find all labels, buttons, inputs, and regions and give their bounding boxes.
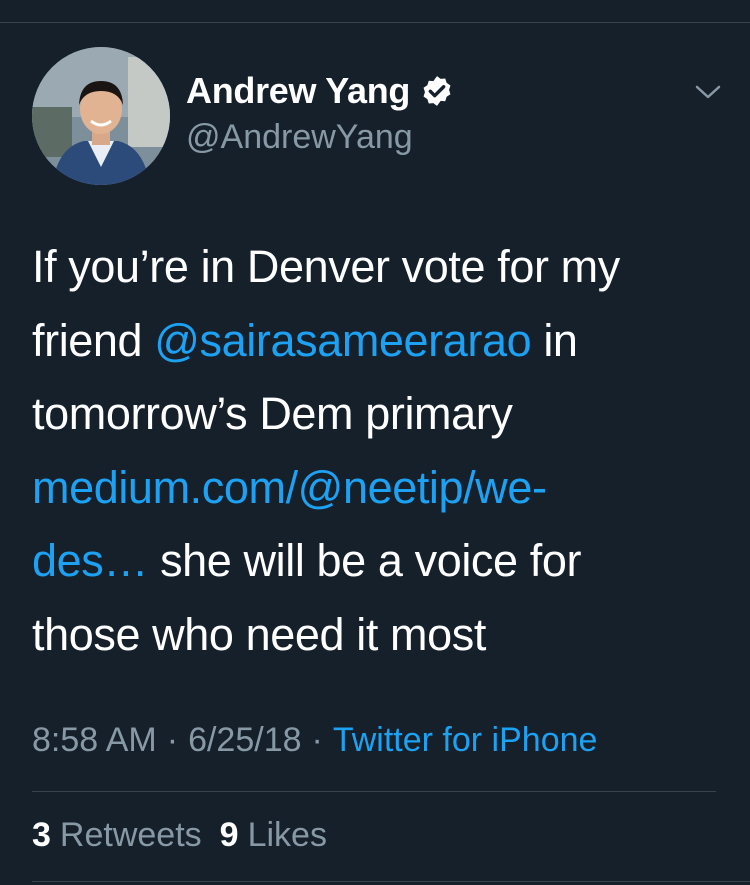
meta-separator: ·	[166, 720, 179, 759]
tweet-line: tomorrow’s Dem primary	[32, 388, 513, 439]
tweet-source-link[interactable]: Twitter for iPhone	[333, 721, 598, 760]
divider	[32, 881, 750, 882]
tweet-stats: 3 Retweets 9 Likes	[32, 810, 327, 860]
url-link[interactable]: medium.com/@neetip/we-	[32, 451, 722, 525]
tweet-text-fragment: she will be a voice for	[147, 535, 582, 586]
tweet-line: des… she will be a voice for	[32, 524, 722, 598]
tweet-meta: 8:58 AM · 6/25/18 · Twitter for iPhone	[32, 715, 597, 765]
profile-photo	[32, 47, 170, 185]
verified-badge-icon	[423, 76, 451, 106]
tweet-text-fragment: in	[531, 314, 578, 366]
author-display-name[interactable]: Andrew Yang	[186, 70, 410, 112]
tweet-text: If you’re in Denver vote for my friend @…	[32, 230, 722, 671]
meta-separator: ·	[311, 720, 323, 759]
likes-label: Likes	[247, 815, 327, 854]
author-name-row[interactable]: Andrew Yang	[186, 68, 454, 114]
mention-link[interactable]: @sairasameerarao	[154, 315, 531, 366]
retweets-stat[interactable]: 3 Retweets	[32, 816, 202, 855]
avatar[interactable]	[32, 47, 170, 185]
author-handle[interactable]: @AndrewYang	[186, 118, 413, 157]
tweet-time: 8:58 AM	[32, 720, 157, 759]
divider	[32, 791, 716, 792]
likes-count: 9	[219, 815, 239, 854]
tweet-line: If you’re in Denver vote for my	[32, 241, 620, 292]
retweets-label: Retweets	[59, 815, 202, 854]
url-link-continued[interactable]: des…	[32, 535, 148, 586]
retweets-count: 3	[32, 815, 51, 854]
tweet-date: 6/25/18	[188, 720, 302, 759]
top-divider	[0, 0, 750, 23]
tweet-line: friend @sairasameerarao in	[32, 304, 722, 378]
likes-stat[interactable]: 9 Likes	[220, 816, 327, 855]
tweet-line: those who need it most	[32, 608, 486, 660]
chevron-down-icon[interactable]	[694, 82, 722, 102]
tweet-text-fragment: friend	[32, 314, 155, 366]
